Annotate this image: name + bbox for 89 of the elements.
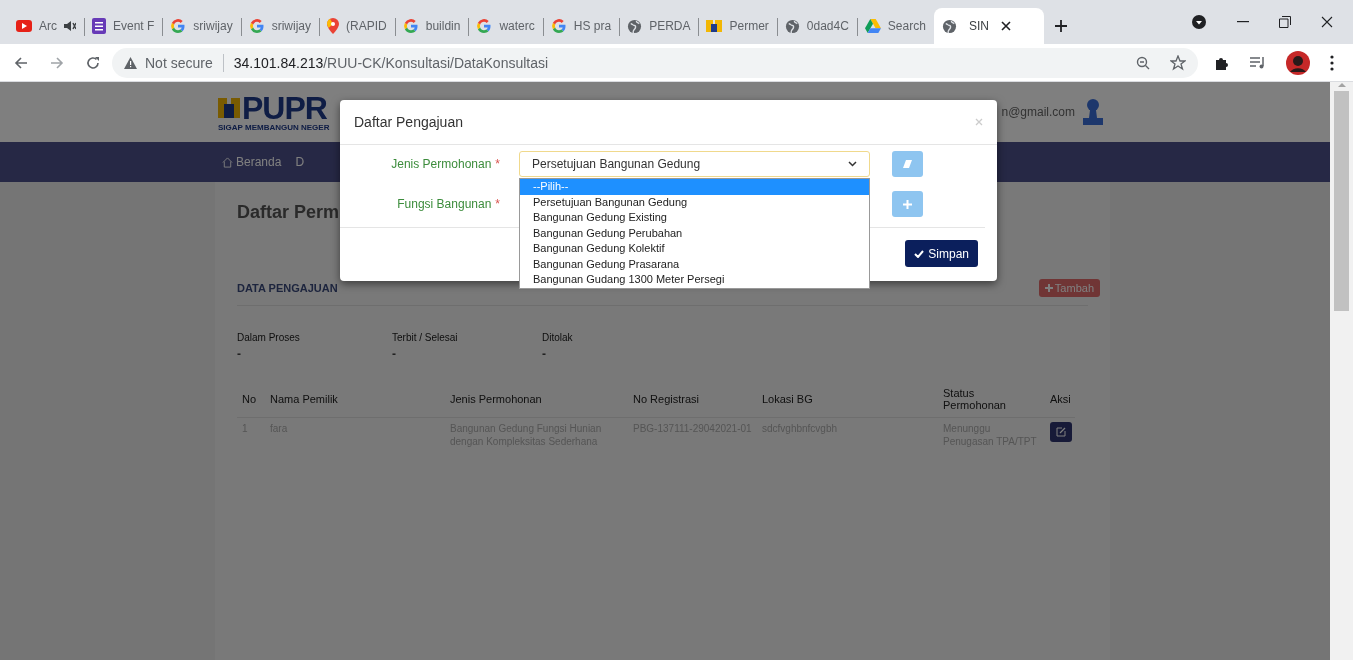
chevron-down-icon <box>848 161 857 167</box>
url-text: 34.101.84.213/RUU-CK/Konsultasi/DataKonsultasi <box>233 54 549 71</box>
close-icon[interactable] <box>1000 21 1011 31</box>
logo-icon <box>218 95 240 120</box>
browser-tab[interactable]: PERDA <box>619 8 699 44</box>
media-icon[interactable] <box>1250 55 1266 70</box>
logo-icon <box>706 18 723 34</box>
video-play-icon <box>16 20 32 32</box>
select-field[interactable]: Persetujuan Bangunan Gedung <box>519 151 870 177</box>
save-button[interactable]: Simpan <box>905 240 978 267</box>
minimize-icon[interactable] <box>1237 21 1249 23</box>
eraser-icon <box>903 160 912 168</box>
home-icon <box>222 156 233 168</box>
list-icon <box>92 18 106 34</box>
browser-tab[interactable]: buildin <box>394 8 469 44</box>
stat-label: Ditolak <box>542 332 574 343</box>
required-mark: * <box>495 157 500 171</box>
dropdown-option[interactable]: Persetujuan Bangunan Gedung <box>520 194 869 210</box>
browser-tab[interactable]: sriwijay <box>162 8 241 44</box>
logo-text: PUPR <box>242 92 327 123</box>
column-header: Lokasi BG <box>757 381 938 418</box>
modal-title: Daftar Pengajuan <box>354 114 463 130</box>
warning-icon <box>124 56 137 69</box>
browser-tab[interactable]: sriwijay <box>240 8 320 44</box>
dropdown-option[interactable]: Bangunan Gedung Existing <box>520 210 869 226</box>
nav-link[interactable]: D <box>295 155 305 169</box>
required-mark: * <box>495 197 500 211</box>
user-email: n@gmail.com <box>1001 105 1075 119</box>
close-icon[interactable] <box>1321 16 1333 28</box>
stat-value: - <box>392 347 397 361</box>
browser-tab[interactable]: waterc <box>468 8 543 44</box>
edit-icon <box>1056 427 1066 437</box>
speaker-icon[interactable] <box>64 21 76 31</box>
map-pin-icon <box>327 18 340 34</box>
more-icon[interactable] <box>1330 54 1334 71</box>
globe-icon <box>941 18 957 34</box>
check-icon <box>914 249 925 258</box>
zoom-icon[interactable] <box>1136 55 1150 70</box>
reload-icon[interactable] <box>86 55 100 70</box>
browser-tab[interactable]: 0dad4C <box>776 8 857 44</box>
new-tab-icon[interactable] <box>1053 19 1068 33</box>
column-header: Aksi <box>1045 381 1075 418</box>
logo-tagline: SIGAP MEMBANGUN NEGER <box>218 122 330 132</box>
globe-icon <box>627 18 643 34</box>
stat-value: - <box>237 347 242 361</box>
dropdown-option[interactable]: Bangunan Gedung Prasarana <box>520 256 869 272</box>
section-title: DATA PENGAJUAN <box>237 282 338 294</box>
avatar-icon[interactable] <box>1286 50 1310 75</box>
browser-tab[interactable]: Permer <box>698 8 777 44</box>
stat-value: - <box>542 347 547 361</box>
dropdown-option[interactable]: Bangunan Gedung Perubahan <box>520 225 869 241</box>
stat-label: Terbit / Selesai <box>392 332 459 343</box>
back-icon[interactable] <box>14 55 28 70</box>
restore-icon[interactable] <box>1279 16 1291 28</box>
browser-tab[interactable]: Arc <box>8 8 84 44</box>
edit-button[interactable] <box>1050 422 1072 442</box>
address-bar[interactable]: Not secure 34.101.84.213/RUU-CK/Konsultasi/DataKonsultasi <box>112 47 1198 78</box>
browser-tab[interactable]: Event F <box>84 8 163 44</box>
letter-g-icon <box>402 18 419 34</box>
nav-link[interactable]: Beranda <box>222 155 282 169</box>
column-header: No Registrasi <box>628 381 757 418</box>
field-label: Jenis Permohonan * <box>390 157 500 171</box>
letter-g-icon <box>550 18 567 34</box>
page-title: Daftar Perm <box>237 202 340 223</box>
field-label: Fungsi Bangunan * <box>396 197 500 211</box>
plus-icon <box>903 199 912 209</box>
column-header: Nama Pemilik <box>265 381 445 418</box>
browser-tab[interactable]: Search <box>856 8 934 44</box>
browser-tab[interactable]: (RAPID <box>319 8 395 44</box>
plus-icon <box>1044 284 1053 292</box>
tab-search-icon[interactable] <box>1191 14 1207 30</box>
browser-tab[interactable]: HS pra <box>542 8 620 44</box>
dropdown-option[interactable]: Bangunan Gudang 1300 Meter Persegi <box>520 272 869 288</box>
dropdown-option[interactable]: --Pilih-- <box>520 179 869 195</box>
dropdown-option[interactable]: Bangunan Gedung Kolektif <box>520 241 869 257</box>
stat-label: Dalam Proses <box>237 332 301 343</box>
user-icon[interactable] <box>1081 98 1105 126</box>
globe-icon <box>784 18 800 34</box>
letter-g-icon <box>476 18 493 34</box>
star-icon[interactable] <box>1170 54 1186 71</box>
letter-g-icon <box>170 18 187 34</box>
letter-g-icon <box>248 18 265 34</box>
triangle-icon <box>864 19 881 33</box>
column-header: Jenis Permohonan <box>445 381 628 418</box>
column-header: Status Permohonan <box>938 381 1045 418</box>
column-header: No <box>237 381 265 418</box>
browser-tab[interactable]: SIN <box>933 8 1044 44</box>
security-label: Not secure <box>145 54 213 71</box>
scrollbar-thumb[interactable] <box>1334 91 1349 311</box>
